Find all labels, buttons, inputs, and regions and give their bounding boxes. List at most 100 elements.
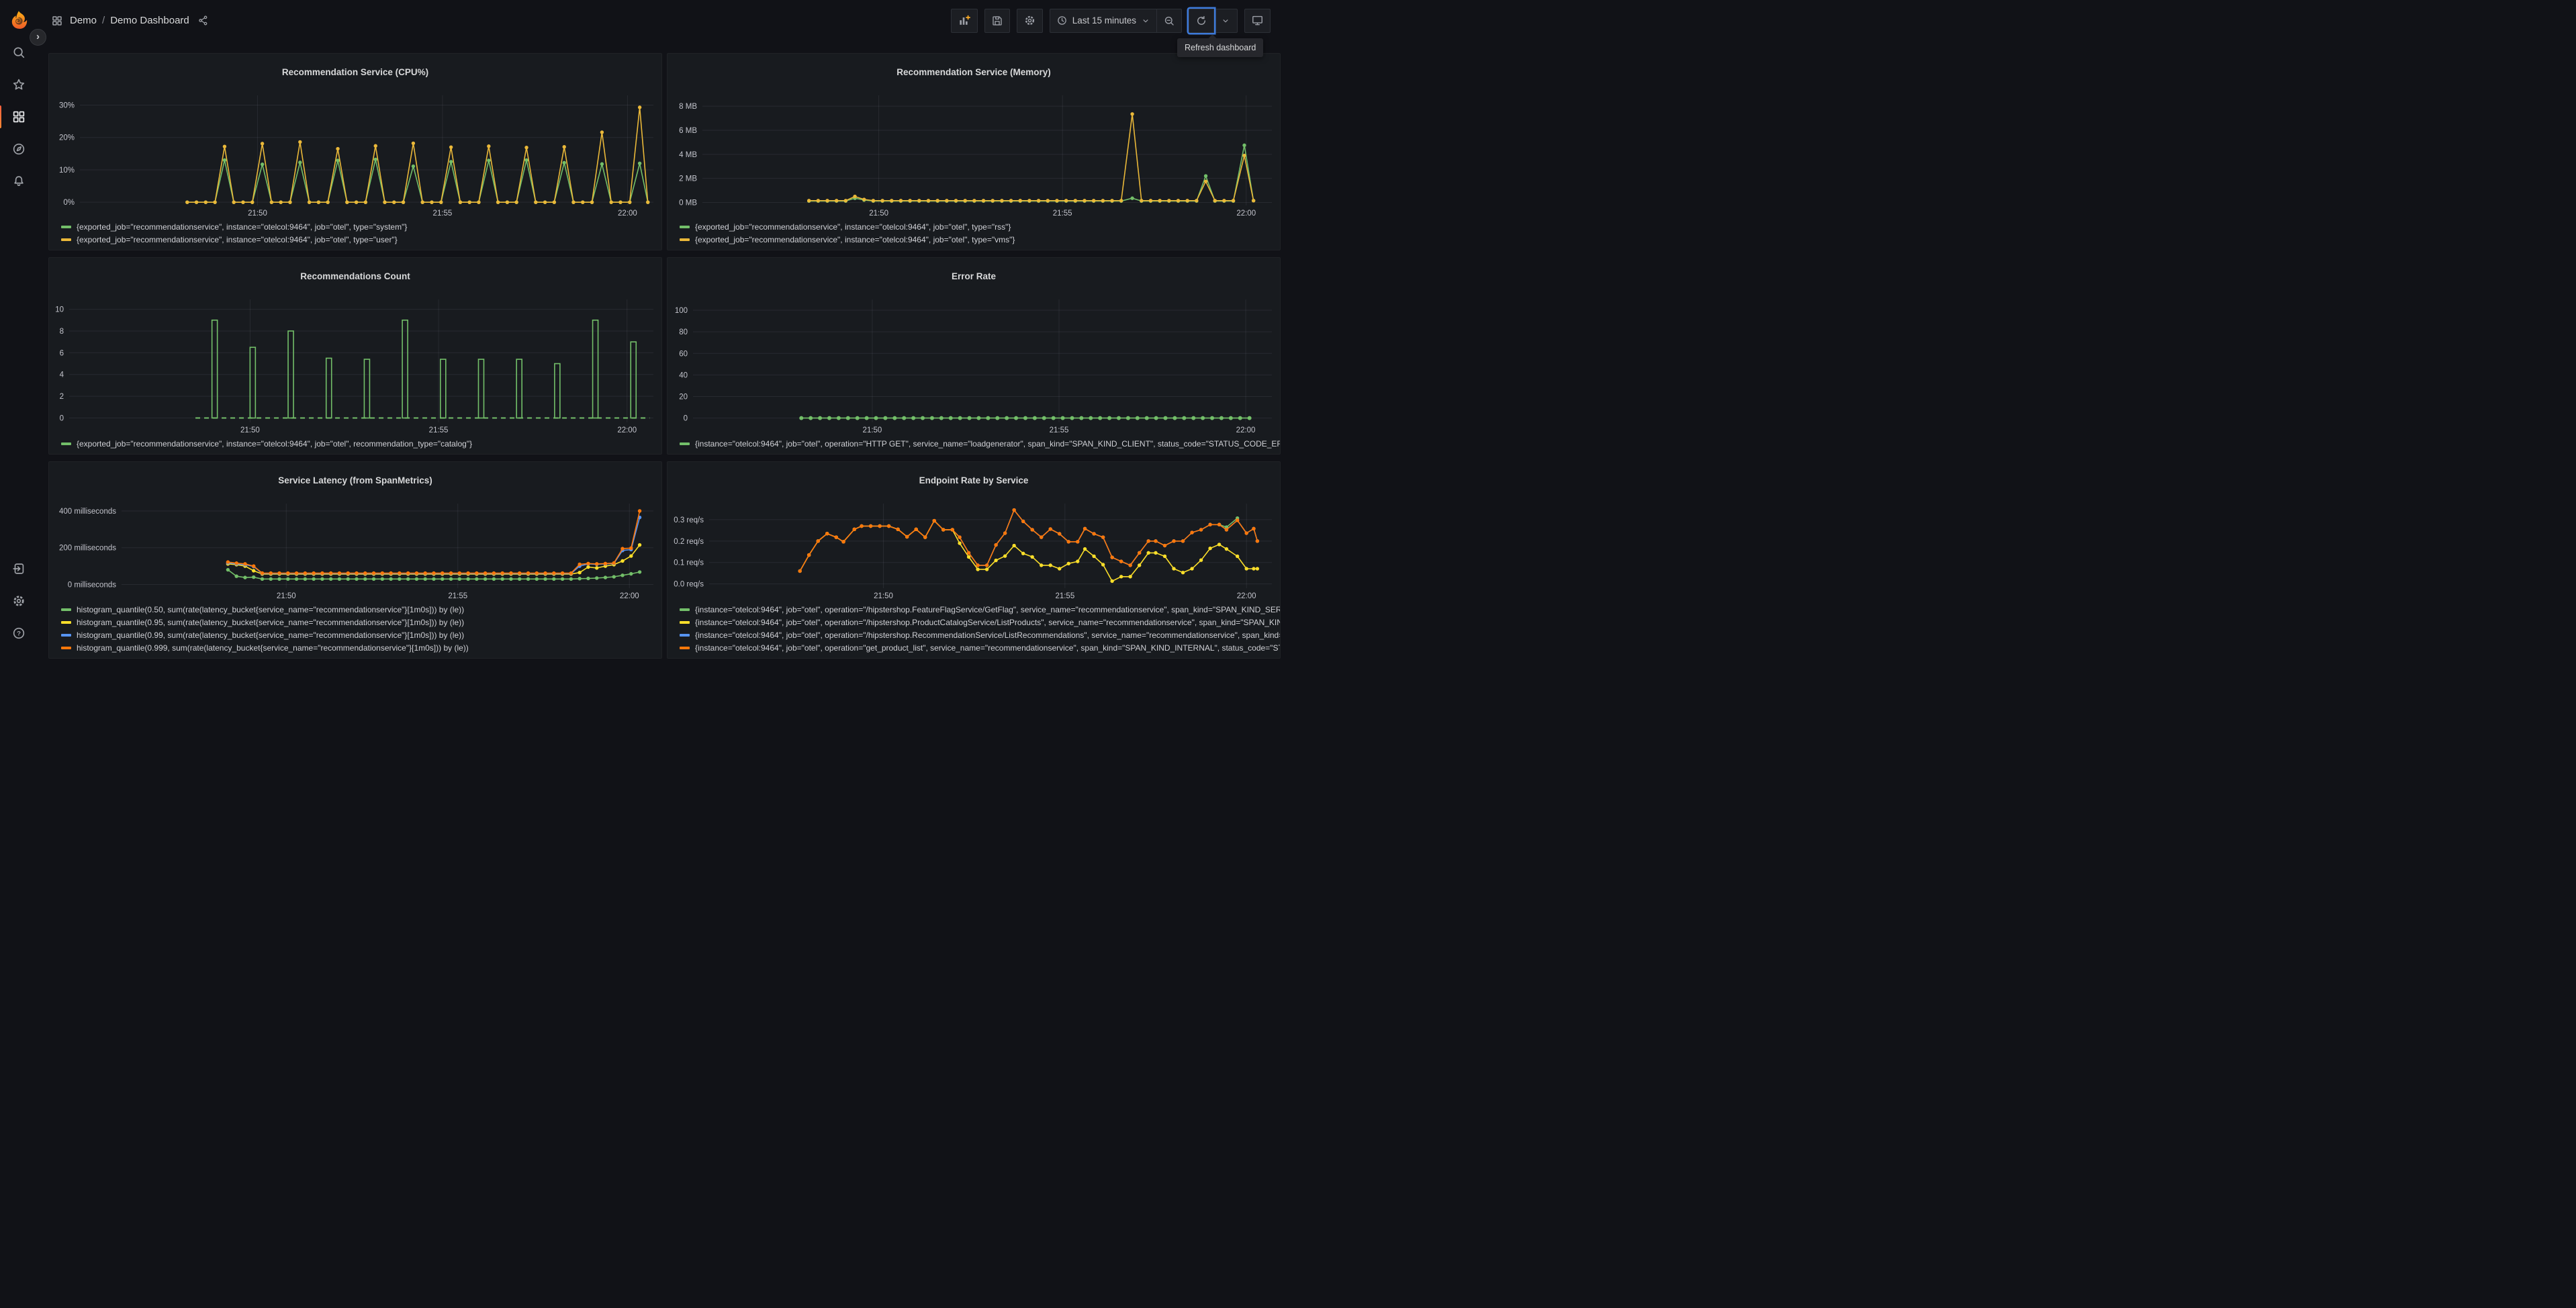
svg-text:10: 10 [55, 306, 64, 314]
panel-legend: {instance="otelcol:9464", job="otel", op… [668, 602, 1280, 658]
sidebar: › ? [0, 0, 46, 654]
svg-text:22:00: 22:00 [1236, 426, 1256, 434]
add-panel-icon [960, 15, 970, 25]
refresh-controls [1189, 8, 1238, 33]
timeseries-chart[interactable]: 0.0 req/s 0.1 req/s 0.2 req/s 0.3 req/s 21:5… [668, 498, 1280, 602]
legend-label: {exported_job="recommendationservice", i… [77, 222, 408, 232]
svg-text:21:55: 21:55 [433, 209, 453, 218]
legend-item[interactable]: {exported_job="recommendationservice", i… [61, 220, 656, 233]
legend-item[interactable]: {exported_job="recommendationservice", i… [680, 233, 1275, 246]
sidebar-item-configuration[interactable] [5, 588, 32, 614]
tooltip-text: Refresh dashboard [1185, 43, 1256, 52]
breadcrumb-separator: / [102, 15, 105, 26]
legend-label: histogram_quantile(0.999, sum(rate(laten… [77, 643, 469, 653]
legend-item[interactable]: {instance="otelcol:9464", job="otel", op… [680, 616, 1280, 628]
svg-text:21:55: 21:55 [448, 592, 467, 600]
svg-text:80: 80 [679, 329, 688, 337]
timeseries-chart[interactable]: 0 MB 2 MB 4 MB 6 MB 8 MB 21:50 21:55 22:00 [668, 90, 1280, 219]
panel-legend: histogram_quantile(0.50, sum(rate(latenc… [49, 602, 661, 658]
legend-swatch [680, 646, 690, 649]
legend-item[interactable]: histogram_quantile(0.99, sum(rate(latenc… [61, 628, 656, 641]
legend-label: {instance="otelcol:9464", job="otel", op… [695, 630, 1280, 640]
legend-item[interactable]: {instance="otelcol:9464", job="otel", op… [680, 603, 1280, 616]
legend-item[interactable]: {instance="otelcol:9464", job="otel", op… [680, 437, 1280, 450]
legend-swatch [680, 633, 690, 637]
svg-text:200 milliseconds: 200 milliseconds [59, 545, 116, 553]
panel-title[interactable]: Service Latency (from SpanMetrics) [49, 469, 661, 491]
breadcrumb-dashboard[interactable]: Demo Dashboard [110, 15, 189, 26]
time-controls: Last 15 minutes [1049, 8, 1182, 33]
svg-text:60: 60 [679, 351, 688, 359]
svg-text:400 milliseconds: 400 milliseconds [59, 508, 116, 516]
add-panel-button[interactable] [950, 8, 978, 33]
panel-title[interactable]: Recommendation Service (Memory) [668, 61, 1280, 83]
legend-item[interactable]: {exported_job="recommendationservice", i… [61, 437, 656, 450]
compass-icon [13, 143, 25, 155]
legend-item[interactable]: histogram_quantile(0.95, sum(rate(latenc… [61, 616, 656, 628]
sidebar-item-alerting[interactable] [5, 168, 32, 195]
save-dashboard-button[interactable] [984, 8, 1010, 33]
legend-swatch [61, 620, 71, 624]
help-icon: ? [13, 627, 25, 639]
timeseries-chart[interactable]: 0 milliseconds 200 milliseconds 400 millis… [49, 498, 661, 602]
bar-chart[interactable]: 0 2 4 6 8 10 21:50 21:55 22:00 [49, 294, 661, 436]
legend-item[interactable]: {exported_job="recommendationservice", i… [680, 220, 1275, 233]
panel-service-latency: Service Latency (from SpanMetrics) 0 mil… [48, 461, 662, 659]
panel-title[interactable]: Error Rate [668, 265, 1280, 287]
sidebar-item-dashboards[interactable] [0, 103, 32, 130]
svg-text:21:55: 21:55 [1050, 426, 1069, 434]
legend-item[interactable]: {exported_job="recommendationservice", i… [61, 233, 656, 246]
timeseries-chart[interactable]: 0 20 40 60 80 100 21:50 21:55 22:00 [668, 294, 1280, 436]
breadcrumb-folder[interactable]: Demo [70, 15, 97, 26]
share-icon [199, 15, 208, 26]
legend-label: {exported_job="recommendationservice", i… [695, 234, 1015, 244]
panel-legend: {exported_job="recommendationservice", i… [49, 436, 661, 454]
legend-item[interactable]: {instance="otelcol:9464", job="otel", op… [680, 628, 1280, 641]
svg-text:22:00: 22:00 [617, 426, 637, 434]
refresh-button[interactable] [1189, 8, 1214, 33]
share-dashboard-button[interactable] [197, 15, 209, 26]
time-range-picker[interactable]: Last 15 minutes [1049, 8, 1157, 33]
active-indicator [0, 105, 1, 128]
svg-text:4: 4 [60, 371, 64, 379]
refresh-icon [1197, 15, 1205, 25]
legend-swatch [680, 442, 690, 445]
gear-icon [1025, 15, 1034, 26]
panel-title[interactable]: Recommendation Service (CPU%) [49, 61, 661, 83]
grafana-logo-icon[interactable] [7, 9, 30, 32]
svg-text:2: 2 [60, 393, 64, 402]
gear-icon [13, 596, 24, 606]
svg-text:21:50: 21:50 [248, 209, 267, 218]
chevron-down-icon [1223, 19, 1228, 22]
sidebar-item-starred[interactable] [5, 71, 32, 98]
svg-text:0.1 req/s: 0.1 req/s [674, 559, 704, 567]
svg-text:0: 0 [684, 415, 688, 423]
zoom-out-button[interactable] [1156, 8, 1182, 33]
legend-item[interactable]: histogram_quantile(0.999, sum(rate(laten… [61, 641, 656, 654]
dashboard-settings-button[interactable] [1016, 8, 1043, 33]
panel-grid: Recommendation Service (CPU%) 0% 10% 20% 30… [48, 53, 1288, 659]
apps-grid-icon [51, 15, 63, 27]
kiosk-mode-button[interactable] [1244, 8, 1271, 33]
panel-title[interactable]: Endpoint Rate by Service [668, 469, 1280, 491]
sidebar-item-search[interactable] [5, 39, 32, 66]
legend-item[interactable]: histogram_quantile(0.50, sum(rate(latenc… [61, 603, 656, 616]
svg-text:0.0 req/s: 0.0 req/s [674, 581, 704, 589]
panel-title[interactable]: Recommendations Count [49, 265, 661, 287]
svg-text:21:50: 21:50 [863, 426, 882, 434]
sidebar-item-help[interactable]: ? [5, 620, 32, 647]
timeseries-chart[interactable]: 0% 10% 20% 30% 21:50 21:55 22:00 [49, 90, 661, 219]
panel-recommendations-count: Recommendations Count 0 2 4 6 8 10 21:50 21:55 2… [48, 257, 662, 455]
svg-text:22:00: 22:00 [618, 209, 637, 218]
legend-item[interactable]: {instance="otelcol:9464", job="otel", op… [680, 641, 1280, 654]
zoom-out-icon [1164, 16, 1174, 26]
refresh-interval-button[interactable] [1213, 8, 1238, 33]
svg-text:0%: 0% [63, 199, 75, 207]
sidebar-item-explore[interactable] [5, 136, 32, 162]
legend-swatch [680, 225, 690, 228]
legend-label: {instance="otelcol:9464", job="otel", op… [695, 438, 1280, 449]
sidebar-expand-button[interactable]: › [30, 29, 46, 46]
panel-legend: {instance="otelcol:9464", job="otel", op… [668, 436, 1280, 454]
sidebar-item-sign-in[interactable] [5, 555, 32, 582]
clock-icon [1057, 16, 1066, 25]
